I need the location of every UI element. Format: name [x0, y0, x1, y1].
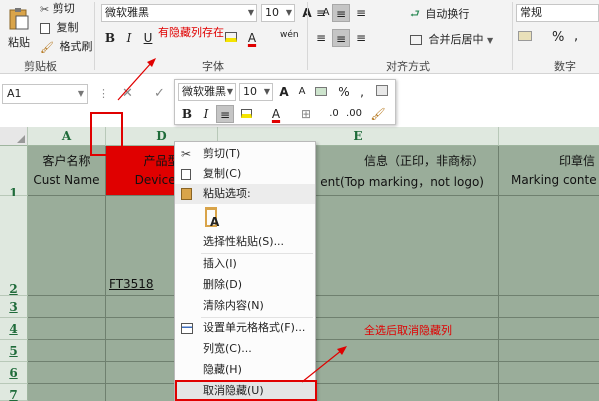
arrow-line	[301, 349, 343, 383]
arrow-line	[117, 61, 153, 101]
arrow-head-icon	[337, 346, 347, 355]
annotation-arrows	[117, 58, 347, 383]
